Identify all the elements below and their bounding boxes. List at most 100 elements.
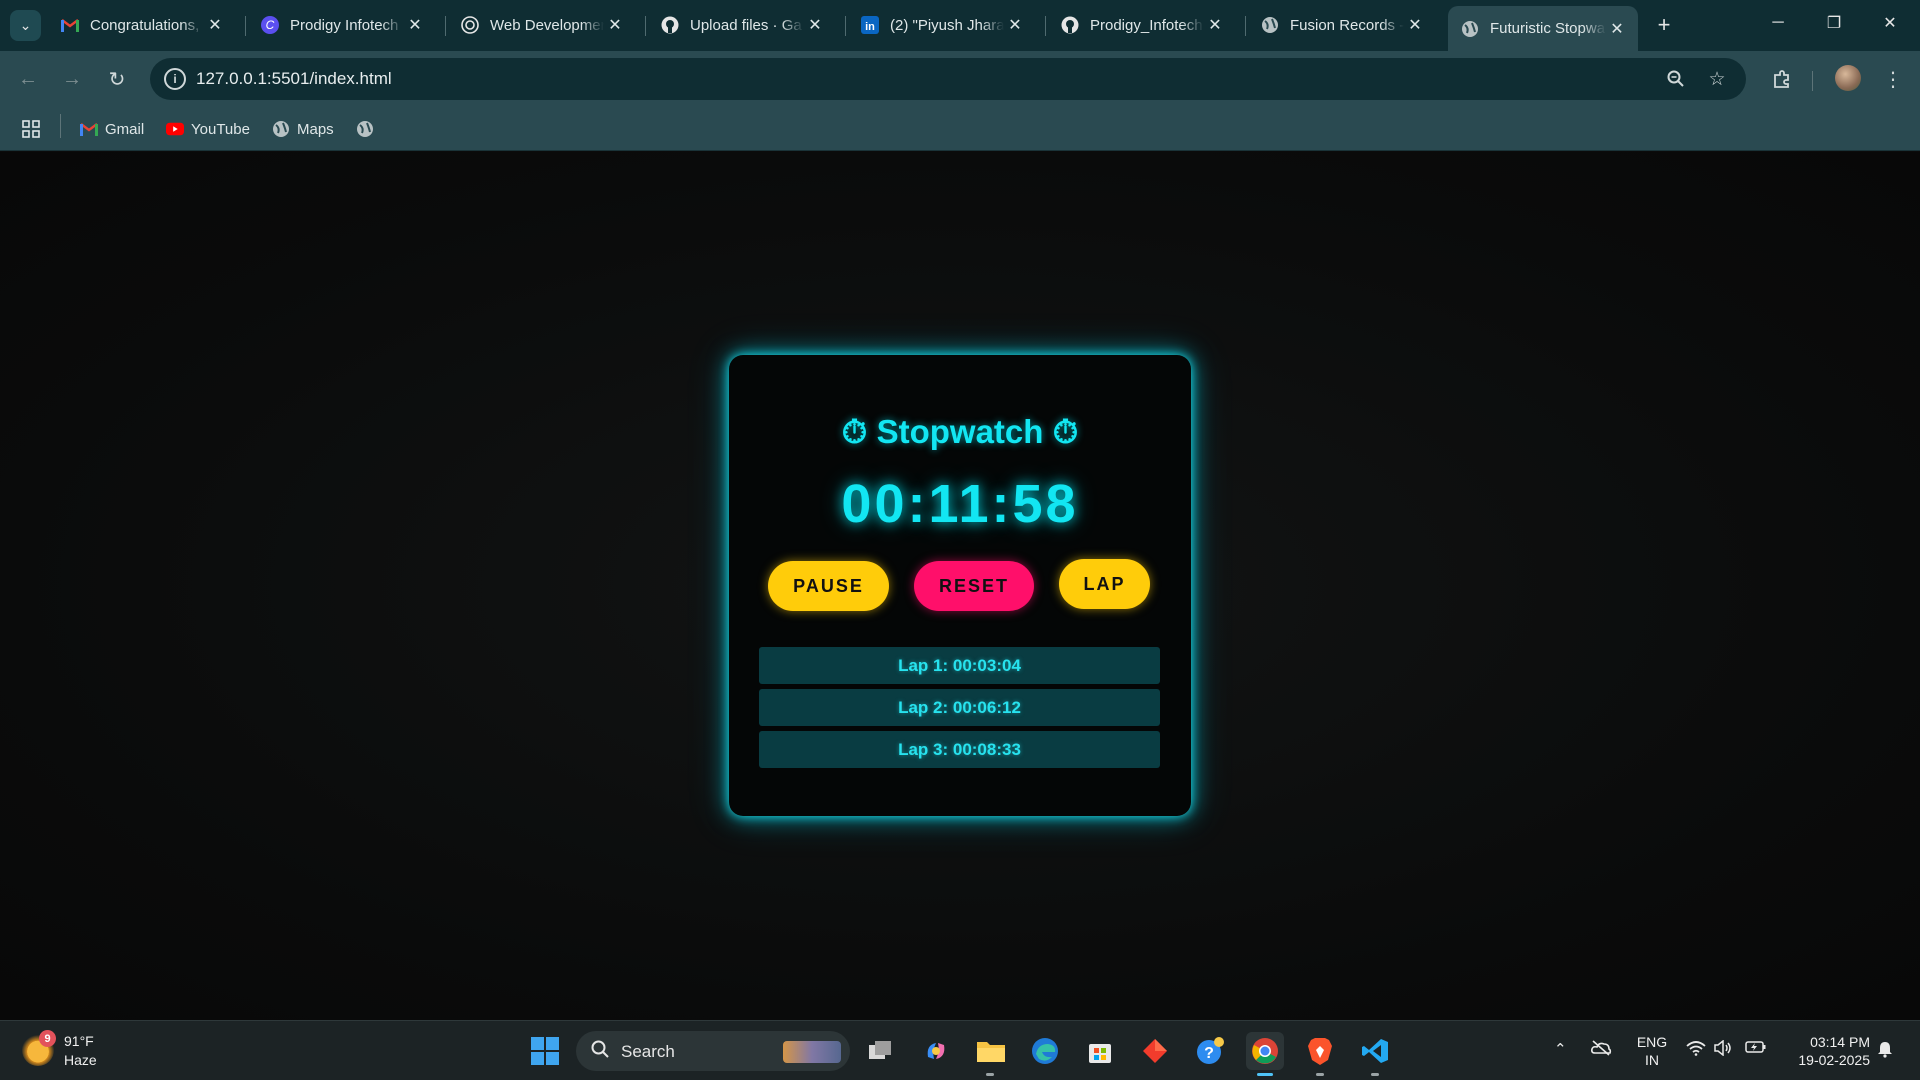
profile-avatar[interactable] <box>1835 65 1861 91</box>
bookmark-label: Gmail <box>105 120 145 138</box>
lap-button[interactable]: LAP <box>1059 559 1150 609</box>
bookmark-maps[interactable]: Maps <box>272 117 334 141</box>
tab-upload-files[interactable]: Upload files · Ga ✕ <box>648 6 836 44</box>
file-explorer-icon[interactable] <box>972 1032 1010 1070</box>
globe-icon <box>1260 15 1280 35</box>
start-button[interactable] <box>526 1032 564 1070</box>
get-help-icon[interactable]: ? <box>1191 1032 1229 1070</box>
apps-grid-icon[interactable] <box>22 117 40 141</box>
system-clock[interactable]: 03:14 PM 19-02-2025 <box>1780 1033 1870 1069</box>
reset-button[interactable]: RESET <box>914 561 1034 611</box>
tab-title: Upload files · Ga <box>690 16 802 34</box>
lap-item: Lap 3: 00:08:33 <box>759 731 1160 768</box>
bookmark-label: YouTube <box>191 120 250 138</box>
site-info-icon[interactable]: i <box>164 68 186 90</box>
stopwatch-time-display: 00:11:58 <box>841 474 1079 534</box>
copilot-icon[interactable] <box>917 1032 955 1070</box>
close-tab-icon[interactable]: ✕ <box>804 15 826 35</box>
stopwatch-title: ⏱ Stopwatch ⏱ <box>841 413 1079 450</box>
tab-title: (2) "Piyush Jhara <box>890 16 1004 34</box>
gmail-icon <box>60 15 80 35</box>
onedrive-offline-icon[interactable] <box>1590 1040 1612 1056</box>
stopwatch-card: ⏱ Stopwatch ⏱ 00:11:58 PAUSE RESET LAP L… <box>729 355 1191 816</box>
wifi-icon[interactable] <box>1686 1040 1706 1056</box>
running-indicator <box>1316 1073 1324 1076</box>
reload-icon: ↻ <box>108 68 126 91</box>
new-tab-button[interactable]: + <box>1649 10 1679 40</box>
pause-button[interactable]: PAUSE <box>768 561 889 611</box>
close-tab-icon[interactable]: ✕ <box>1004 15 1026 35</box>
minimize-button[interactable]: ─ <box>1750 0 1806 46</box>
language-indicator[interactable]: ENG IN <box>1636 1033 1668 1069</box>
tab-separator <box>645 16 646 36</box>
arrow-right-icon: → <box>62 67 82 90</box>
windows-taskbar: 9 91°F Haze Search ? ⌃ ENG IN 03:14 PM 1… <box>0 1020 1920 1080</box>
tab-prodigy-infotech-github[interactable]: Prodigy_Infotech ✕ <box>1048 6 1236 44</box>
tab-web-development[interactable]: Web Development ✕ <box>448 6 636 44</box>
youtube-icon <box>166 120 184 138</box>
notification-badge: 9 <box>39 1030 56 1047</box>
edge-icon[interactable] <box>1026 1032 1064 1070</box>
plus-icon: + <box>1657 12 1671 37</box>
language-code: ENG <box>1636 1034 1668 1050</box>
task-view-icon[interactable] <box>862 1032 900 1070</box>
weather-condition: Haze <box>64 1052 97 1068</box>
openai-icon <box>460 15 480 35</box>
microsoft-store-icon[interactable] <box>1081 1032 1119 1070</box>
close-tab-icon[interactable]: ✕ <box>404 15 426 35</box>
tab-separator <box>1245 16 1246 36</box>
close-window-button[interactable]: ✕ <box>1862 0 1918 46</box>
tab-futuristic-stopwatch[interactable]: Futuristic Stopwa ✕ <box>1448 6 1638 51</box>
close-tab-icon[interactable]: ✕ <box>1204 15 1226 35</box>
tab-title: Prodigy Infotech <box>290 16 399 34</box>
svg-text:in: in <box>865 21 875 33</box>
chrome-icon[interactable] <box>1246 1032 1284 1070</box>
bookmark-label: Maps <box>297 120 334 138</box>
svg-text:C: C <box>266 18 275 32</box>
close-tab-icon[interactable]: ✕ <box>204 15 226 35</box>
restore-button[interactable]: ❐ <box>1806 0 1862 46</box>
chevron-up-icon[interactable]: ⌃ <box>1554 1040 1567 1058</box>
close-tab-icon[interactable]: ✕ <box>604 15 626 35</box>
tab-gmail[interactable]: Congratulations, ✕ <box>48 6 236 44</box>
canva-icon: C <box>260 15 280 35</box>
zoom-icon[interactable] <box>1663 66 1689 92</box>
notification-bell-icon[interactable] <box>1876 1040 1894 1058</box>
reload-button[interactable]: ↻ <box>101 63 133 95</box>
menu-kebab-icon[interactable]: ⋮ <box>1877 63 1909 95</box>
back-button[interactable]: ← <box>12 63 44 95</box>
globe-icon <box>272 120 290 138</box>
url-text[interactable]: 127.0.0.1:5501/index.html <box>196 69 392 89</box>
diamond-app-icon[interactable] <box>1136 1032 1174 1070</box>
close-tab-icon[interactable]: ✕ <box>1404 15 1426 35</box>
globe-icon <box>356 120 374 138</box>
close-tab-icon[interactable]: ✕ <box>1606 19 1628 39</box>
search-highlight-image <box>783 1041 841 1063</box>
taskbar-search[interactable]: Search <box>576 1031 850 1071</box>
battery-charging-icon[interactable] <box>1745 1040 1767 1054</box>
volume-icon[interactable] <box>1713 1040 1733 1056</box>
forward-button[interactable]: → <box>56 63 88 95</box>
github-icon <box>1060 15 1080 35</box>
github-icon <box>660 15 680 35</box>
bookmark-gmail[interactable]: Gmail <box>80 117 144 141</box>
running-indicator <box>986 1073 994 1076</box>
tab-prodigy-infotech[interactable]: C Prodigy Infotech ✕ <box>248 6 436 44</box>
clock-time: 03:14 PM <box>1810 1034 1870 1050</box>
search-label: Search <box>621 1042 675 1061</box>
bookmark-untitled[interactable] <box>356 117 381 141</box>
chevron-down-icon: ⌄ <box>19 17 32 33</box>
bookmark-star-icon[interactable]: ☆ <box>1704 66 1730 92</box>
vscode-icon[interactable] <box>1356 1032 1394 1070</box>
brave-icon[interactable] <box>1301 1032 1339 1070</box>
extensions-icon[interactable] <box>1766 63 1798 95</box>
tab-separator <box>1045 16 1046 36</box>
address-bar[interactable]: i 127.0.0.1:5501/index.html ☆ <box>150 58 1746 100</box>
restore-icon: ❐ <box>1826 15 1842 32</box>
tab-separator <box>245 16 246 36</box>
tab-linkedin[interactable]: in (2) "Piyush Jhara ✕ <box>848 6 1036 44</box>
tab-search-button[interactable]: ⌄ <box>10 10 41 41</box>
bookmark-youtube[interactable]: YouTube <box>166 117 250 141</box>
tab-fusion-records[interactable]: Fusion Records - ✕ <box>1248 6 1436 44</box>
arrow-left-icon: ← <box>18 67 38 90</box>
